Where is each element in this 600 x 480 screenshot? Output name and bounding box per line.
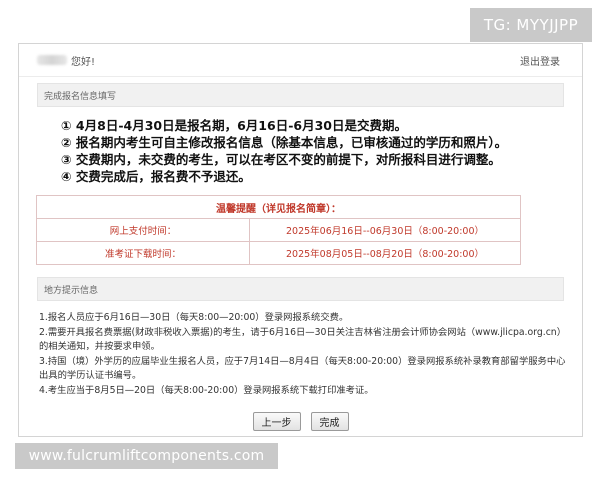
tip-item: 1.报名人员应于6月16日—30日（每天8:00—20:00）登录网报系统交费。 — [39, 312, 349, 323]
greeting-text: 您好! — [71, 56, 96, 68]
tip-item: 3.持国（境）外学历的应届毕业生报名人员，应于7月14日—8月4日（每天8:00… — [39, 355, 566, 382]
blurred-username — [37, 55, 67, 65]
notice-item: ③ 交费期内，未交费的考生，可以在考区不变的前提下，对所报科目进行调整。 — [61, 152, 501, 167]
tip-item: 2.需要开具报名费票据(财政非税收入票据)的考生，请于6月16日—30日关注吉林… — [39, 326, 566, 353]
notice-item: ② 报名期内考生可自主修改报名信息（除基本信息，已审核通过的学历和照片）。 — [61, 135, 508, 150]
prev-step-button[interactable]: 上一步 — [252, 412, 301, 431]
watermark-url: www.fulcrumliftcomponents.com — [15, 443, 278, 469]
tip-item: 4.考生应当于8月5日—20日（每天8:00-20:00）登录网报系统下载打印准… — [39, 384, 374, 396]
payment-time-value: 2025年06月16日--06月30日（8:00-20:00） — [249, 218, 521, 242]
reminder-table: 温馨提醒（详见报名简章）： 网上支付时间： 2025年06月16日--06月30… — [36, 195, 521, 265]
logout-link[interactable]: 退出登录 — [520, 53, 560, 68]
watermark-tg: TG: MYYJJPP — [470, 8, 592, 42]
registration-panel: 您好! 退出登录 完成报名信息填写 ① 4月8日-4月30日是报名期，6月16日… — [18, 43, 583, 437]
greeting: 您好! — [37, 53, 95, 68]
local-tips: 1.报名人员应于6月16日—30日（每天8:00—20:00）登录网报系统交费。… — [39, 311, 574, 398]
top-bar: 您好! 退出登录 — [19, 44, 582, 77]
payment-time-label: 网上支付时间： — [36, 218, 250, 242]
notice-item: ④ 交费完成后，报名费不予退还。 — [61, 169, 251, 184]
section-header-local-tips: 地方提示信息 — [37, 277, 564, 301]
reminder-caption: 温馨提醒（详见报名简章）： — [36, 195, 521, 219]
table-row: 准考证下载时间： 2025年08月05日--08月20日（8:00-20:00） — [36, 241, 521, 265]
action-buttons: 上一步 完成 — [19, 412, 582, 431]
admission-download-label: 准考证下载时间： — [36, 241, 250, 265]
notice-list: ① 4月8日-4月30日是报名期，6月16日-6月30日是交费期。 ② 报名期内… — [19, 117, 582, 185]
reminder-caption-row: 温馨提醒（详见报名简章）： — [36, 195, 521, 219]
admission-download-value: 2025年08月05日--08月20日（8:00-20:00） — [249, 241, 521, 265]
section-header-registration: 完成报名信息填写 — [37, 83, 564, 107]
notice-item: ① 4月8日-4月30日是报名期，6月16日-6月30日是交费期。 — [61, 118, 407, 133]
table-row: 网上支付时间： 2025年06月16日--06月30日（8:00-20:00） — [36, 218, 521, 242]
finish-button[interactable]: 完成 — [310, 412, 349, 431]
